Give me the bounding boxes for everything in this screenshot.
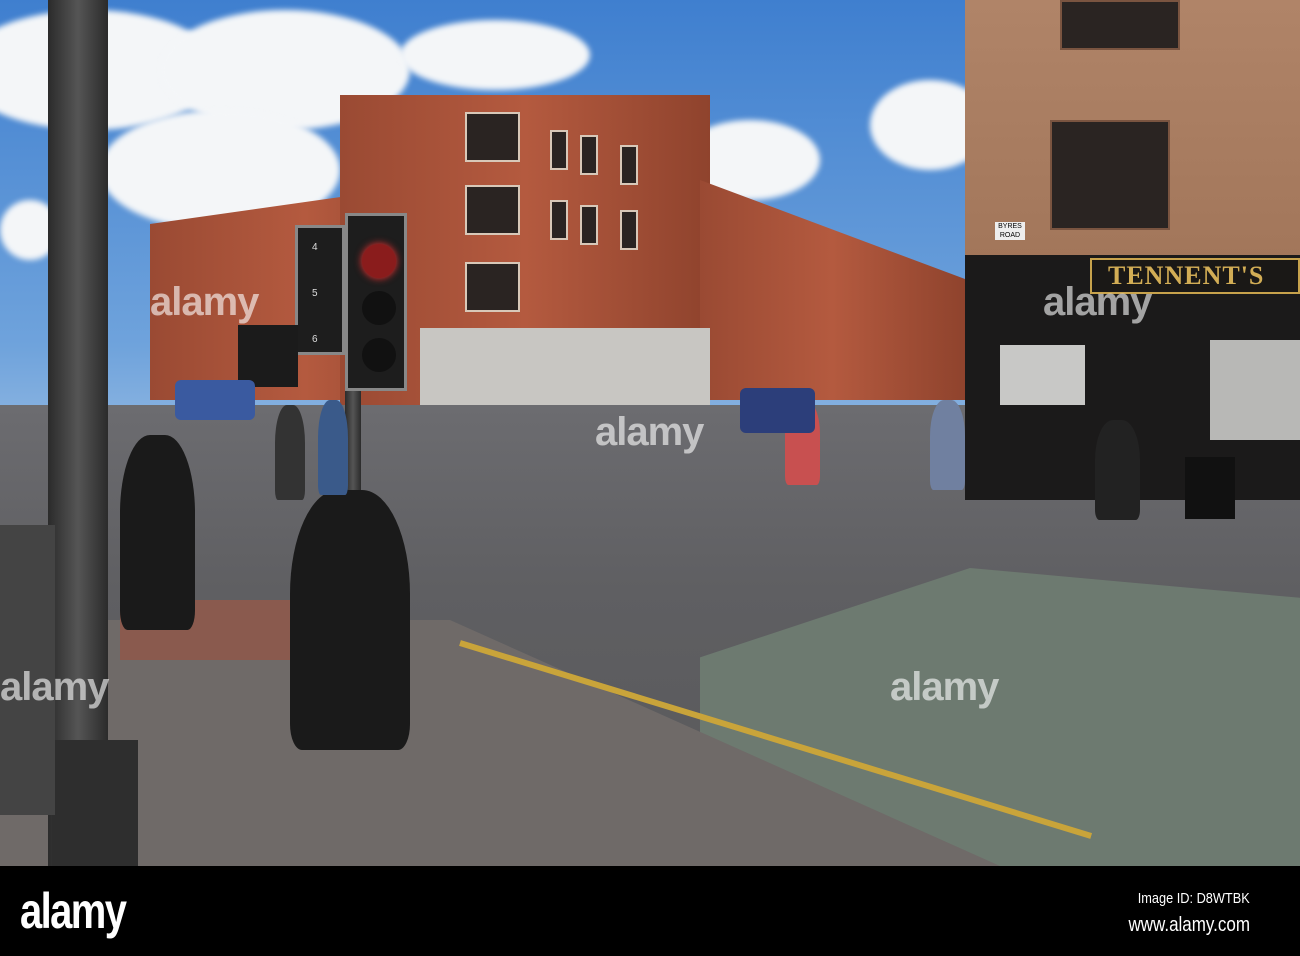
watermark: alamy xyxy=(890,665,999,709)
lamp-post xyxy=(48,0,108,866)
litter-bin xyxy=(1185,457,1235,519)
van xyxy=(740,388,815,433)
pedestrian xyxy=(275,405,305,500)
watermark: alamy xyxy=(1043,280,1152,324)
red-light-icon xyxy=(362,244,396,278)
watermark: alamy xyxy=(150,280,259,324)
watermark: alamy xyxy=(0,665,109,709)
car xyxy=(175,380,255,420)
watermark: alamy xyxy=(595,410,704,454)
traffic-light xyxy=(345,213,407,391)
street-sign: BYRES ROAD xyxy=(995,222,1025,240)
tenement-building xyxy=(700,180,965,400)
site-url: www.alamy.com xyxy=(1128,914,1250,936)
pedestrian xyxy=(930,400,965,490)
cloud xyxy=(400,20,590,90)
footer-bar: alamy Image ID: D8WTBK www.alamy.com xyxy=(0,866,1300,956)
pedestrian xyxy=(290,490,410,750)
image-id: Image ID: D8WTBK xyxy=(1138,890,1250,907)
pedestrian xyxy=(318,400,348,495)
alamy-logo: alamy xyxy=(20,883,127,939)
countdown-panel: 4 5 6 xyxy=(295,225,345,355)
post-base xyxy=(52,740,138,866)
pedestrian xyxy=(120,435,195,630)
signal-back xyxy=(238,325,298,387)
shopfront xyxy=(420,328,710,413)
pedestrian xyxy=(1095,420,1140,520)
street-photo: BYRES ROAD TENNENT'S 4 5 6 alamy alamy a… xyxy=(0,0,1300,866)
